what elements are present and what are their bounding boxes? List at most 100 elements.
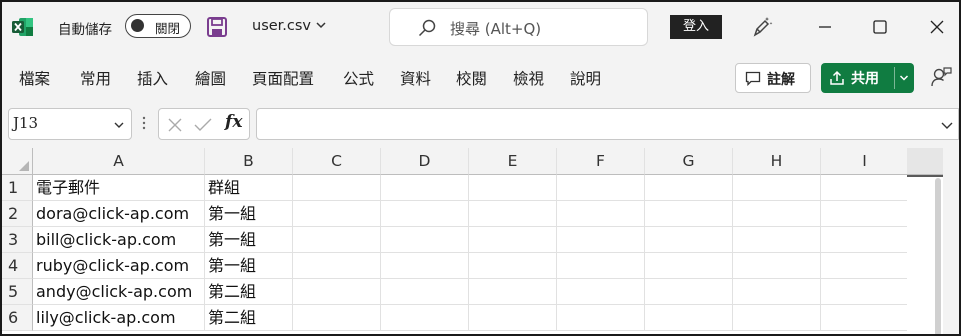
table-cell[interactable]: [469, 201, 557, 227]
row-header[interactable]: 3: [2, 227, 33, 253]
table-cell[interactable]: [469, 227, 557, 253]
table-cell[interactable]: [733, 279, 821, 305]
enter-check-icon[interactable]: [193, 117, 213, 133]
row-header[interactable]: 2: [2, 201, 33, 227]
column-header-d[interactable]: D: [381, 148, 469, 175]
table-cell[interactable]: 電子郵件: [33, 175, 205, 201]
table-cell[interactable]: [381, 175, 469, 201]
table-cell[interactable]: [557, 201, 645, 227]
cancel-icon[interactable]: [167, 117, 183, 133]
table-cell[interactable]: 第二組: [205, 279, 293, 305]
table-cell[interactable]: [645, 305, 733, 331]
tab-draw[interactable]: 繪圖: [195, 67, 226, 89]
tab-file[interactable]: 檔案: [19, 67, 50, 89]
table-cell[interactable]: 群組: [205, 175, 293, 201]
autosave-toggle[interactable]: 關閉: [125, 14, 191, 38]
table-cell[interactable]: [469, 175, 557, 201]
column-header-e[interactable]: E: [469, 148, 557, 175]
table-cell[interactable]: 第一組: [205, 227, 293, 253]
vertical-scrollbar[interactable]: [907, 148, 943, 334]
tab-page-layout[interactable]: 頁面配置: [252, 67, 314, 89]
designer-pen-icon[interactable]: [750, 15, 774, 39]
tab-view[interactable]: 檢視: [513, 67, 544, 89]
table-cell[interactable]: [821, 227, 909, 253]
table-cell[interactable]: [293, 305, 381, 331]
chevron-down-icon[interactable]: [113, 119, 125, 131]
table-cell[interactable]: [293, 201, 381, 227]
table-cell[interactable]: [821, 279, 909, 305]
table-cell[interactable]: 第一組: [205, 253, 293, 279]
table-cell[interactable]: [645, 279, 733, 305]
table-cell[interactable]: [557, 175, 645, 201]
expand-formula-bar-icon[interactable]: [940, 119, 954, 131]
scrollbar-thumb[interactable]: [935, 178, 941, 334]
minimize-icon[interactable]: [815, 17, 835, 37]
column-header-c[interactable]: C: [293, 148, 381, 175]
table-cell[interactable]: dora@click-ap.com: [33, 201, 205, 227]
row-header[interactable]: 1: [2, 175, 33, 201]
table-cell[interactable]: [381, 305, 469, 331]
table-cell[interactable]: [645, 201, 733, 227]
table-cell[interactable]: [645, 175, 733, 201]
table-cell[interactable]: ruby@click-ap.com: [33, 253, 205, 279]
name-box[interactable]: J13: [8, 108, 132, 140]
table-cell[interactable]: [821, 175, 909, 201]
row-header[interactable]: 5: [2, 279, 33, 305]
table-cell[interactable]: [469, 305, 557, 331]
search-box[interactable]: 搜尋 (Alt+Q): [389, 8, 648, 46]
column-header-a[interactable]: A: [33, 148, 205, 175]
table-cell[interactable]: [293, 253, 381, 279]
table-cell[interactable]: [733, 201, 821, 227]
tab-data[interactable]: 資料: [400, 67, 431, 89]
sign-in-button[interactable]: 登入: [670, 15, 722, 39]
insert-function-button[interactable]: fx: [225, 112, 242, 132]
table-cell[interactable]: [733, 305, 821, 331]
save-icon[interactable]: [206, 16, 228, 38]
worksheet-grid[interactable]: A B C D E F G H I 1 電子郵件 群組 2 dora@click-ap.…: [2, 148, 959, 334]
table-cell[interactable]: [733, 253, 821, 279]
table-cell[interactable]: [733, 175, 821, 201]
table-cell[interactable]: [557, 227, 645, 253]
tab-review[interactable]: 校閱: [456, 67, 487, 89]
table-cell[interactable]: [645, 227, 733, 253]
table-cell[interactable]: 第二組: [205, 305, 293, 331]
tab-insert[interactable]: 插入: [137, 67, 168, 89]
maximize-icon[interactable]: [870, 17, 890, 37]
file-name[interactable]: user.csv: [252, 18, 311, 34]
tab-home[interactable]: 常用: [80, 67, 111, 89]
table-cell[interactable]: [821, 305, 909, 331]
share-button[interactable]: 共用: [821, 63, 914, 93]
table-cell[interactable]: [821, 253, 909, 279]
table-cell[interactable]: [381, 279, 469, 305]
column-header-g[interactable]: G: [645, 148, 733, 175]
table-cell[interactable]: [381, 201, 469, 227]
table-cell[interactable]: [469, 279, 557, 305]
column-header-i[interactable]: I: [821, 148, 909, 175]
table-cell[interactable]: [293, 279, 381, 305]
column-header-f[interactable]: F: [557, 148, 645, 175]
table-cell[interactable]: [557, 305, 645, 331]
column-header-b[interactable]: B: [205, 148, 293, 175]
table-cell[interactable]: andy@click-ap.com: [33, 279, 205, 305]
chevron-down-icon[interactable]: [315, 19, 327, 31]
table-cell[interactable]: [293, 175, 381, 201]
table-cell[interactable]: 第一組: [205, 201, 293, 227]
table-cell[interactable]: bill@click-ap.com: [33, 227, 205, 253]
column-header-h[interactable]: H: [733, 148, 821, 175]
person-feedback-icon[interactable]: [930, 66, 952, 88]
table-cell[interactable]: [557, 279, 645, 305]
comments-button[interactable]: 註解: [735, 63, 811, 93]
table-cell[interactable]: [469, 253, 557, 279]
row-header[interactable]: 4: [2, 253, 33, 279]
table-cell[interactable]: [557, 253, 645, 279]
table-cell[interactable]: [381, 227, 469, 253]
formula-input[interactable]: [256, 108, 959, 140]
tab-formulas[interactable]: 公式: [343, 67, 374, 89]
row-header[interactable]: 6: [2, 305, 33, 331]
close-icon[interactable]: [927, 17, 947, 37]
tab-help[interactable]: 說明: [570, 67, 601, 89]
select-all-corner[interactable]: [2, 148, 33, 175]
chevron-down-icon[interactable]: [899, 73, 909, 83]
more-options-icon[interactable]: [142, 115, 146, 131]
table-cell[interactable]: [733, 227, 821, 253]
